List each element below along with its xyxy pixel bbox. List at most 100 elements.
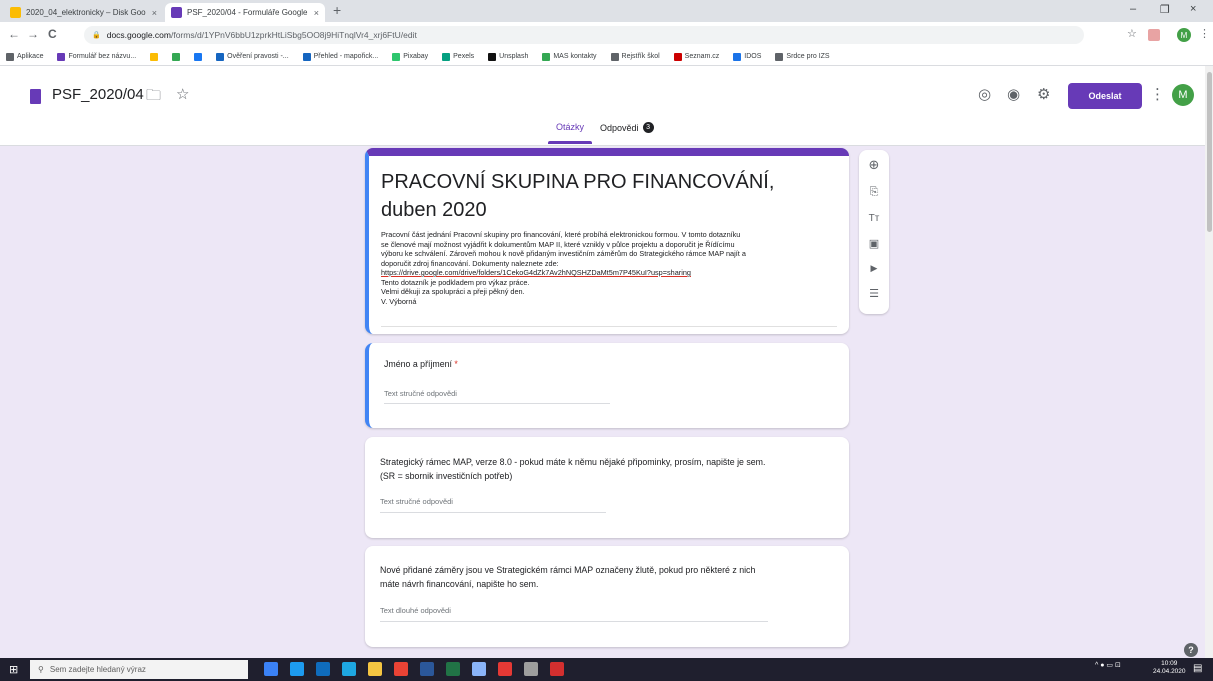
taskbar-app-excel-icon[interactable] xyxy=(446,662,460,676)
document-title[interactable]: PSF_2020/04 xyxy=(52,86,144,103)
bookmark-item[interactable]: Aplikace xyxy=(6,52,43,61)
question-title[interactable]: Jméno a příjmení * xyxy=(384,357,844,371)
bookmark-label: MAS kontakty xyxy=(553,53,597,60)
bookmark-item[interactable] xyxy=(172,52,181,61)
extension-icon[interactable] xyxy=(1148,29,1160,41)
browser-tab-drive[interactable]: 2020_04_elektronicky – Disk Goo × xyxy=(4,3,163,22)
taskbar-app-acrobat-icon[interactable] xyxy=(550,662,564,676)
more-options-icon[interactable]: ⋮ xyxy=(1150,85,1165,103)
form-description[interactable]: Pracovní část jednání Pracovní skupiny p… xyxy=(381,230,841,306)
taskbar-app-edge-icon[interactable] xyxy=(290,662,304,676)
documents-link[interactable]: https://drive.google.com/drive/folders/1… xyxy=(381,268,841,278)
star-icon[interactable]: ☆ xyxy=(176,85,189,103)
add-image-icon[interactable]: ▣ xyxy=(867,236,881,250)
bookmark-item[interactable]: MAS kontakty xyxy=(542,52,597,61)
taskbar-app-task-view-icon[interactable] xyxy=(264,662,278,676)
taskbar-app-calculator-icon[interactable] xyxy=(524,662,538,676)
browser-tab-bar: 2020_04_elektronicky – Disk Goo × PSF_20… xyxy=(0,0,1213,22)
question-card[interactable]: Strategický rámec MAP, verze 8.0 - pokud… xyxy=(365,437,849,538)
question-card[interactable]: Jméno a příjmení * Text stručné odpovědi xyxy=(365,343,849,428)
bookmark-item[interactable]: Pixabay xyxy=(392,52,428,61)
form-title-card[interactable]: PRACOVNÍ SKUPINA PRO FINANCOVÁNÍ, duben … xyxy=(365,148,849,334)
maximize-icon[interactable]: ❐ xyxy=(1160,3,1170,16)
browser-tab-forms[interactable]: PSF_2020/04 - Formuláře Google × xyxy=(165,3,325,22)
tab-responses[interactable]: Odpovědi 3 xyxy=(600,122,654,133)
bookmark-label: Srdce pro IZS xyxy=(786,53,830,60)
bookmark-favicon-icon xyxy=(775,52,784,61)
reload-icon[interactable]: C xyxy=(48,27,57,41)
notifications-icon[interactable]: ▤ xyxy=(1193,663,1202,674)
settings-gear-icon[interactable]: ⚙ xyxy=(1037,85,1050,103)
bookmark-favicon-icon xyxy=(442,52,451,61)
account-avatar[interactable]: M xyxy=(1172,84,1194,106)
taskbar-app-chrome-icon[interactable] xyxy=(394,662,408,676)
bookmark-item[interactable]: Formulář bez názvu... xyxy=(57,52,136,61)
tab-close-icon[interactable]: × xyxy=(314,8,319,18)
bookmark-favicon-icon xyxy=(733,52,742,61)
tab-questions[interactable]: Otázky xyxy=(556,122,584,132)
import-questions-icon[interactable]: ⎘ xyxy=(867,185,881,199)
url-path: /forms/d/1YPnV6bbU1zprkHtLiSbg5OO8j9HiTn… xyxy=(170,30,417,40)
minimize-icon[interactable]: – xyxy=(1130,3,1136,15)
bookmark-favicon-icon xyxy=(488,52,497,61)
taskbar-search-input[interactable]: ⚲ Sem zadejte hledaný výraz xyxy=(30,660,248,679)
preview-eye-icon[interactable]: ◉ xyxy=(1007,85,1020,103)
new-tab-button[interactable]: + xyxy=(333,2,341,18)
bookmark-item[interactable]: Přehled - mapořick... xyxy=(302,52,378,61)
taskbar-app-ie-icon[interactable] xyxy=(342,662,356,676)
tab-label: PSF_2020/04 - Formuláře Google xyxy=(187,8,308,17)
palette-icon[interactable]: ◎ xyxy=(978,85,991,103)
add-section-icon[interactable]: ☰ xyxy=(867,286,881,300)
folder-icon[interactable]: 🗀 xyxy=(146,85,161,110)
tab-responses-label: Odpovědi xyxy=(600,122,639,133)
question-title[interactable]: Strategický rámec MAP, verze 8.0 - pokud… xyxy=(380,455,840,483)
lock-icon: 🔒 xyxy=(92,32,101,39)
bookmark-favicon-icon xyxy=(6,52,14,61)
bookmark-star-icon[interactable]: ☆ xyxy=(1127,27,1137,40)
bookmark-item[interactable]: Ověření pravosti -... xyxy=(216,52,289,61)
add-video-icon[interactable]: ▶ xyxy=(867,261,881,275)
bookmark-item[interactable]: IDOS xyxy=(733,52,762,61)
back-icon[interactable]: ← xyxy=(8,27,20,41)
forms-favicon-icon xyxy=(171,7,182,18)
bookmark-item[interactable] xyxy=(150,52,159,61)
send-button[interactable]: Odeslat xyxy=(1068,83,1142,109)
profile-avatar[interactable]: M xyxy=(1177,28,1191,42)
forms-logo-icon[interactable] xyxy=(30,89,41,104)
bookmark-item[interactable]: Pexels xyxy=(442,52,474,61)
answer-underline xyxy=(380,512,606,513)
answer-underline xyxy=(384,403,610,404)
help-icon[interactable]: ? xyxy=(1184,643,1198,657)
bookmark-label: IDOS xyxy=(744,53,762,60)
question-card[interactable]: Nové přidané záměry jsou ve Strategickém… xyxy=(365,546,849,647)
forward-icon[interactable]: → xyxy=(27,27,39,41)
add-title-icon[interactable]: Tт xyxy=(867,211,881,225)
form-title[interactable]: PRACOVNÍ SKUPINA PRO FINANCOVÁNÍ, duben … xyxy=(381,168,831,224)
tab-label: 2020_04_elektronicky – Disk Goo xyxy=(26,8,146,17)
browser-menu-icon[interactable]: ⋮ xyxy=(1199,27,1210,40)
window-close-icon[interactable]: × xyxy=(1190,3,1196,15)
bookmark-favicon-icon xyxy=(194,52,203,61)
bookmark-item[interactable]: Unsplash xyxy=(488,52,528,61)
taskbar-clock[interactable]: 10:09 24.04.2020 xyxy=(1153,660,1186,676)
bookmark-favicon-icon xyxy=(150,52,159,61)
tab-close-icon[interactable]: × xyxy=(152,8,157,18)
bookmark-label: Ověření pravosti -... xyxy=(227,53,289,60)
taskbar-app-paint-icon[interactable] xyxy=(472,662,486,676)
taskbar-app-word-icon[interactable] xyxy=(420,662,434,676)
short-answer-placeholder: Text stručné odpovědi xyxy=(384,389,457,398)
system-tray[interactable]: ^ ● ▭ ⊡ xyxy=(1095,661,1121,669)
taskbar-app-app-red-icon[interactable] xyxy=(498,662,512,676)
scrollbar-thumb[interactable] xyxy=(1207,72,1212,232)
bookmark-item[interactable]: Rejstřík škol xyxy=(610,52,660,61)
url-input[interactable]: 🔒 docs.google.com/forms/d/1YPnV6bbU1zprk… xyxy=(84,26,1084,44)
add-question-icon[interactable]: ⊕ xyxy=(867,157,881,172)
windows-start-icon[interactable]: ⊞ xyxy=(9,663,18,676)
bookmark-item[interactable]: Seznam.cz xyxy=(673,52,719,61)
question-title[interactable]: Nové přidané záměry jsou ve Strategickém… xyxy=(380,563,840,591)
taskbar-app-explorer-icon[interactable] xyxy=(368,662,382,676)
bookmark-item[interactable]: Srdce pro IZS xyxy=(775,52,830,61)
taskbar-app-outlook-icon[interactable] xyxy=(316,662,330,676)
bookmark-favicon-icon xyxy=(673,52,682,61)
bookmark-item[interactable] xyxy=(194,52,203,61)
